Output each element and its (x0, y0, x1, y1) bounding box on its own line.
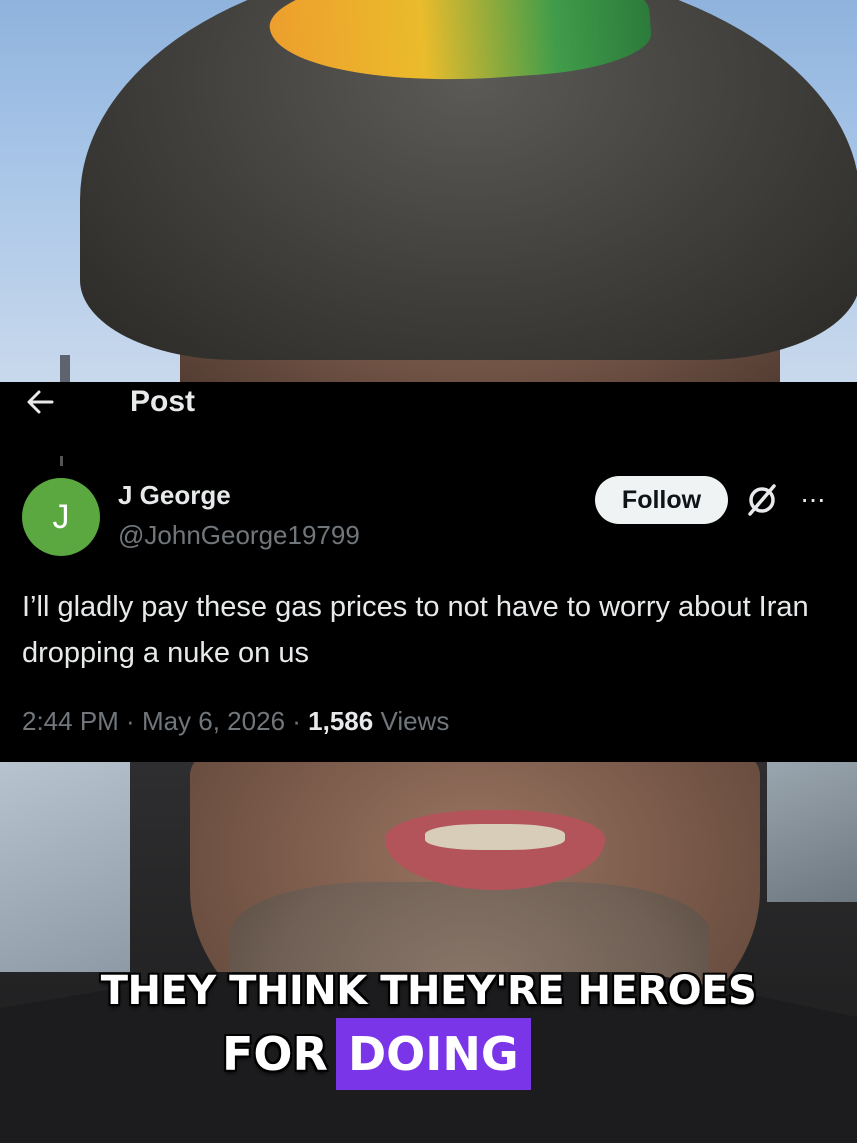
tweet-meta: 2:44 PM · May 6, 2026 · 1,586 Views (22, 706, 449, 737)
car-window-left (0, 762, 130, 972)
caption-line-1: THEY THINK THEY'RE HEROES (100, 968, 757, 1014)
background-pole (60, 355, 70, 382)
video-background-top (0, 0, 857, 382)
tweet-card (0, 382, 857, 762)
views-count: 1,586 (308, 706, 374, 736)
meta-separator: · (118, 706, 142, 736)
grok-icon[interactable] (744, 482, 780, 518)
back-button[interactable] (24, 386, 56, 418)
tweet-text: I’ll gladly pay these gas prices to not … (22, 591, 809, 669)
video-frame: Post J J George @JohnGeorge19799 Follow … (0, 0, 857, 1143)
author-handle[interactable]: @JohnGeorge19799 (118, 520, 360, 551)
grok-glyph-icon (748, 484, 776, 516)
author-display-name[interactable]: J George (118, 480, 231, 511)
page-title: Post (130, 385, 196, 418)
meta-separator: · (285, 706, 309, 736)
arrow-left-icon (27, 390, 54, 414)
more-dots-icon[interactable]: ··· (800, 484, 834, 514)
caption-word-plain: FOR (222, 1027, 328, 1081)
tweet-time[interactable]: 2:44 PM (22, 706, 119, 736)
caption-line-2: FOR DOING (222, 1018, 531, 1090)
avatar[interactable]: J (22, 478, 100, 556)
teeth (425, 824, 565, 850)
car-window-right (767, 762, 857, 902)
tweet-date[interactable]: May 6, 2026 (142, 706, 285, 736)
follow-button[interactable]: Follow (595, 476, 728, 524)
thread-line (60, 456, 63, 466)
caption-word-highlight: DOING (335, 1018, 531, 1090)
views-label: Views (373, 706, 450, 736)
